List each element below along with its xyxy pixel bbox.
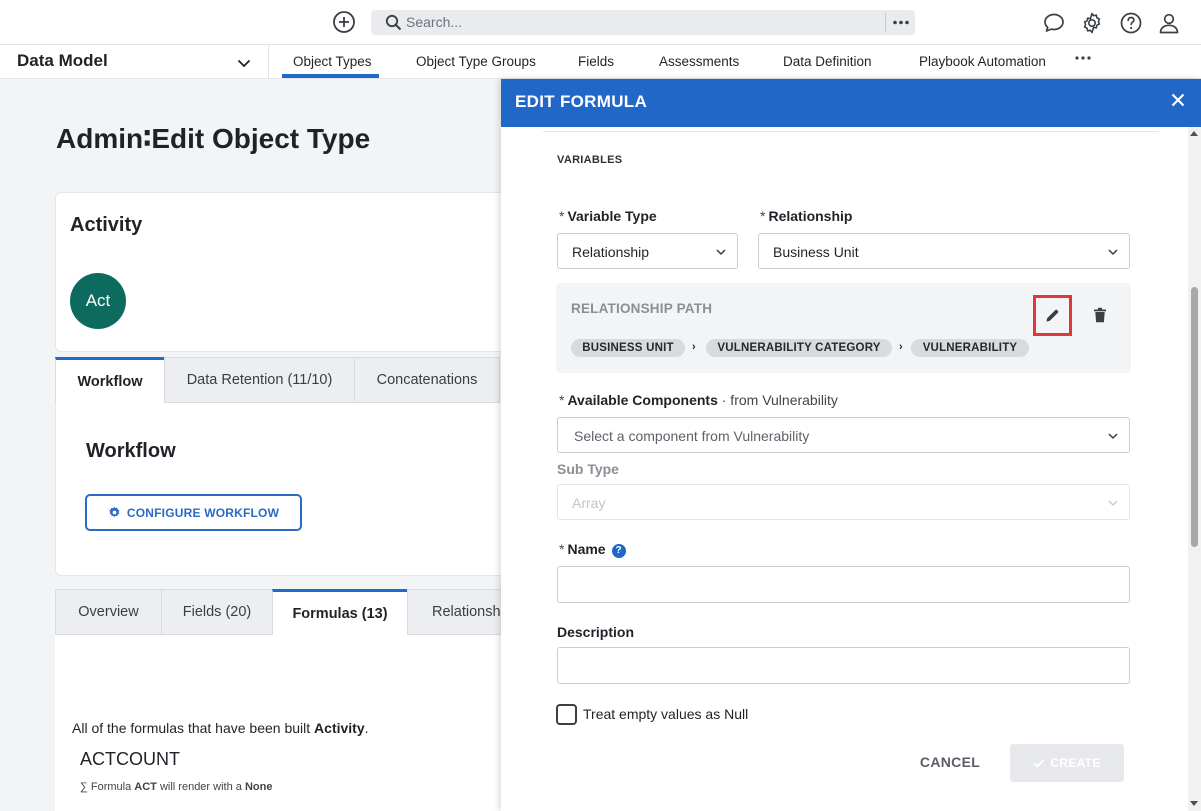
section-divider [543, 131, 1159, 132]
user-icon[interactable] [1157, 11, 1181, 35]
chevron-down-icon[interactable] [236, 55, 252, 71]
formulas-description: All of the formulas that have been built… [72, 720, 369, 736]
page-title: Admin∶Edit Object Type [56, 123, 371, 154]
check-icon [1033, 758, 1046, 768]
configure-workflow-label: CONFIGURE WORKFLOW [126, 505, 280, 520]
upper-tabs: Workflow Data Retention (11/10) Concaten… [55, 357, 505, 403]
path-chip-vulnerability-category: VULNERABILITY CATEGORY [706, 339, 892, 357]
description-input[interactable] [557, 647, 1130, 684]
chevron-down-icon [1108, 500, 1118, 507]
active-tab-indicator [282, 74, 379, 78]
object-name-bold: Activity [314, 720, 365, 736]
nav-tab-data-definition[interactable]: Data Definition [783, 54, 872, 69]
path-separator: › [692, 341, 696, 353]
module-nav: Data Model Object Types Object Type Grou… [0, 45, 1201, 79]
configure-workflow-button[interactable]: CONFIGURE WORKFLOW [85, 494, 302, 531]
variables-heading: VARIABLES [557, 154, 623, 166]
gear-icon[interactable] [1080, 11, 1104, 35]
close-icon[interactable] [1170, 92, 1186, 108]
relationship-path-title: RELATIONSHIP PATH [571, 301, 713, 316]
nav-tab-fields[interactable]: Fields [578, 54, 614, 69]
treat-empty-null-label[interactable]: Treat empty values as Null [583, 706, 748, 722]
sub-type-label: Sub Type [557, 461, 619, 477]
trash-icon[interactable] [1093, 307, 1107, 323]
help-icon[interactable]: ? [611, 544, 626, 558]
lower-tabs: Overview Fields (20) Formulas (13) Relat… [55, 589, 507, 635]
chevron-down-icon [716, 249, 726, 256]
more-icon[interactable] [1074, 51, 1092, 65]
description-label: Description [557, 624, 635, 640]
nav-tab-assessments[interactable]: Assessments [659, 54, 739, 69]
tab-relationships[interactable]: Relationshi [407, 589, 507, 635]
chevron-down-icon [1108, 249, 1118, 256]
top-bar: Search... [0, 0, 1201, 45]
gear-icon [109, 506, 120, 518]
search-icon [385, 14, 402, 31]
variable-type-select[interactable]: Relationship [557, 233, 738, 269]
scroll-down-arrow[interactable] [1190, 801, 1198, 806]
nav-divider [268, 45, 269, 79]
name-label: * Name? [559, 541, 626, 558]
scroll-up-arrow[interactable] [1190, 131, 1198, 136]
chevron-down-icon [1108, 433, 1118, 440]
edit-formula-drawer: EDIT FORMULA VARIABLES * Variable Type Re… [501, 79, 1201, 811]
avatar: Act [70, 273, 126, 329]
create-button[interactable]: CREATE [1010, 744, 1124, 782]
path-separator: › [899, 341, 903, 353]
drawer-scrollbar[interactable] [1188, 127, 1201, 811]
edit-path-button[interactable] [1033, 295, 1072, 336]
tab-formulas[interactable]: Formulas (13) [272, 589, 408, 635]
sub-type-select: Array [557, 484, 1130, 520]
relationship-label: * Relationship [760, 208, 853, 224]
nav-tab-object-types[interactable]: Object Types [293, 54, 372, 69]
available-components-select[interactable]: Select a component from Vulnerability [557, 417, 1130, 453]
relationship-select[interactable]: Business Unit [758, 233, 1130, 269]
available-components-label: * Available Components · from Vulnerabili… [559, 392, 838, 408]
tab-overview[interactable]: Overview [55, 589, 162, 635]
drawer-title: EDIT FORMULA [515, 92, 648, 111]
search-placeholder: Search... [406, 14, 463, 30]
treat-empty-null-checkbox[interactable] [556, 704, 577, 725]
search-divider [885, 13, 886, 32]
more-icon[interactable] [891, 13, 911, 32]
formula-name[interactable]: ACTCOUNT [80, 749, 180, 770]
nav-tab-object-type-groups[interactable]: Object Type Groups [416, 54, 536, 69]
path-chip-vulnerability: VULNERABILITY [911, 339, 1029, 357]
drawer-header: EDIT FORMULA [501, 79, 1201, 127]
workflow-heading: Workflow [86, 440, 176, 462]
scroll-thumb[interactable] [1191, 287, 1198, 547]
help-icon[interactable] [1119, 11, 1143, 35]
path-chip-business-unit: BUSINESS UNIT [571, 339, 685, 357]
tab-concatenations[interactable]: Concatenations [354, 357, 500, 403]
name-input[interactable] [557, 566, 1130, 603]
object-name: Activity [70, 214, 143, 236]
tab-fields[interactable]: Fields (20) [161, 589, 273, 635]
module-selector[interactable]: Data Model [17, 51, 108, 71]
tab-workflow[interactable]: Workflow [55, 357, 165, 403]
formula-summary: ∑ Formula ACT will render with a None [80, 781, 273, 793]
plus-circle-icon[interactable] [332, 10, 356, 34]
tab-data-retention[interactable]: Data Retention (11/10) [164, 357, 355, 403]
cancel-button[interactable]: CANCEL [911, 747, 989, 777]
pencil-icon [1046, 309, 1059, 322]
variable-type-label: * Variable Type [559, 208, 657, 224]
search-input[interactable]: Search... [371, 10, 915, 35]
relationship-path-box: RELATIONSHIP PATH BUSINESS UNIT › VULNER… [556, 283, 1131, 373]
chat-icon[interactable] [1042, 11, 1066, 35]
nav-tab-playbook-automation[interactable]: Playbook Automation [919, 54, 1046, 69]
